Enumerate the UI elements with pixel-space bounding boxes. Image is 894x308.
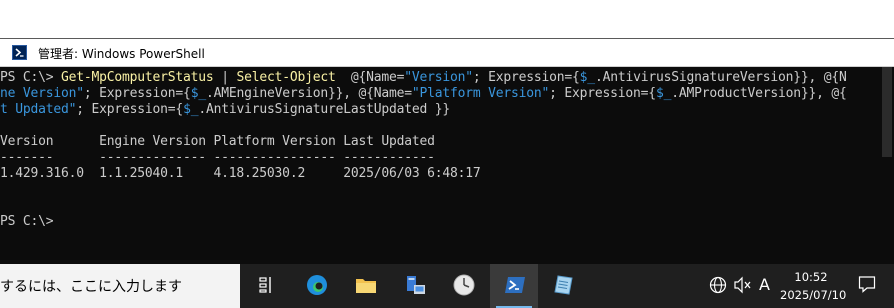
console-text-segment: .AMEngineVersion}}, @{Name= (205, 86, 412, 101)
console-text-segment: PS C:\> (0, 214, 54, 229)
console-text-segment: | (213, 70, 237, 85)
console-text-segment: PS C:\> (0, 70, 62, 85)
console-text-segment: ; Expression={ (76, 102, 184, 117)
console-text-segment: t Updated" (0, 102, 77, 117)
clock-time: 10:52 (794, 270, 828, 284)
vertical-scrollbar[interactable] (880, 67, 894, 265)
console-text-segment: .AntivirusSignatureVersion}}, @{N (594, 70, 847, 85)
console-text-segment: Get-MpComputerStatus (61, 70, 214, 85)
powershell-taskbar-button[interactable] (490, 264, 538, 308)
edge-button[interactable] (292, 264, 340, 308)
clock-app-button[interactable] (439, 264, 487, 308)
console-text-segment: .AntivirusSignatureLastUpdated }} (198, 102, 451, 117)
console-line: ne Version"; Expression={$_.AMEngineVers… (0, 86, 847, 102)
console-line: PS C:\> (0, 214, 54, 230)
console-text-segment: Select-Object (236, 70, 336, 85)
taskbar: するには、ここに入力します A 10:52 2025/07/10 (0, 264, 894, 308)
powershell-icon (12, 45, 27, 60)
file-explorer-button[interactable] (341, 264, 389, 308)
notification-icon[interactable] (858, 275, 876, 299)
console-text-segment: $_ (655, 86, 672, 101)
console-line: ------- -------------- ---------------- … (0, 150, 435, 166)
network-icon[interactable] (709, 276, 727, 300)
console-text-segment: .AMProductVersion}}, @{ (671, 86, 847, 101)
folder-icon (356, 279, 376, 293)
powershell-icon (505, 277, 525, 293)
console-text-segment: "Platform Version" (411, 86, 550, 101)
console-line: Version Engine Version Platform Version … (0, 134, 435, 150)
clock-icon (453, 274, 475, 296)
console-text-segment: 1.429.316.0 1.1.25040.1 4.18.25030.2 202… (0, 166, 481, 181)
console-text-segment: $_ (579, 70, 595, 85)
clock-date: 2025/07/10 (780, 288, 847, 302)
console-text-segment: "Version" (404, 70, 473, 85)
console-line: t Updated"; Expression={$_.AntivirusSign… (0, 102, 450, 118)
console-text-segment: ; Expression={ (83, 86, 191, 101)
notepad-button[interactable] (539, 264, 587, 308)
scrollbar-thumb[interactable] (882, 67, 892, 157)
console-text-segment: @{Name= (335, 70, 405, 85)
console-text-segment: $_ (183, 102, 199, 117)
console-text-segment: ne Version" (0, 86, 84, 101)
console-text-segment: ------- -------------- ---------------- … (0, 150, 435, 165)
console-text-segment: $_ (190, 86, 206, 101)
console-line: 1.429.316.0 1.1.25040.1 4.18.25030.2 202… (0, 166, 481, 182)
edge-icon (307, 275, 327, 295)
search-placeholder: するには、ここに入力します (0, 279, 182, 295)
window-titlebar[interactable]: 管理者: Windows PowerShell (0, 39, 894, 67)
server-manager-button[interactable] (390, 264, 438, 308)
powershell-window[interactable]: 管理者: Windows PowerShell PS C:\> Get-MpCo… (0, 38, 894, 265)
taskbar-clock[interactable]: 10:52 2025/07/10 (780, 268, 847, 304)
console-line: PS C:\> Get-MpComputerStatus | Select-Ob… (0, 70, 847, 86)
server-manager-icon (407, 276, 425, 294)
console-text-segment: ; Expression={ (549, 86, 656, 101)
task-view-button[interactable] (243, 264, 291, 308)
console-text-segment: ; Expression={ (472, 70, 580, 85)
window-title: 管理者: Windows PowerShell (38, 47, 205, 61)
task-view-icon (259, 277, 271, 293)
console-text-segment: Version Engine Version Platform Version … (0, 134, 435, 149)
ime-indicator[interactable]: A (759, 275, 770, 295)
notepad-icon (554, 275, 573, 295)
console-output[interactable]: PS C:\> Get-MpComputerStatus | Select-Ob… (0, 67, 880, 265)
taskbar-search-box[interactable]: するには、ここに入力します (0, 264, 240, 308)
volume-muted-icon[interactable] (733, 276, 753, 300)
